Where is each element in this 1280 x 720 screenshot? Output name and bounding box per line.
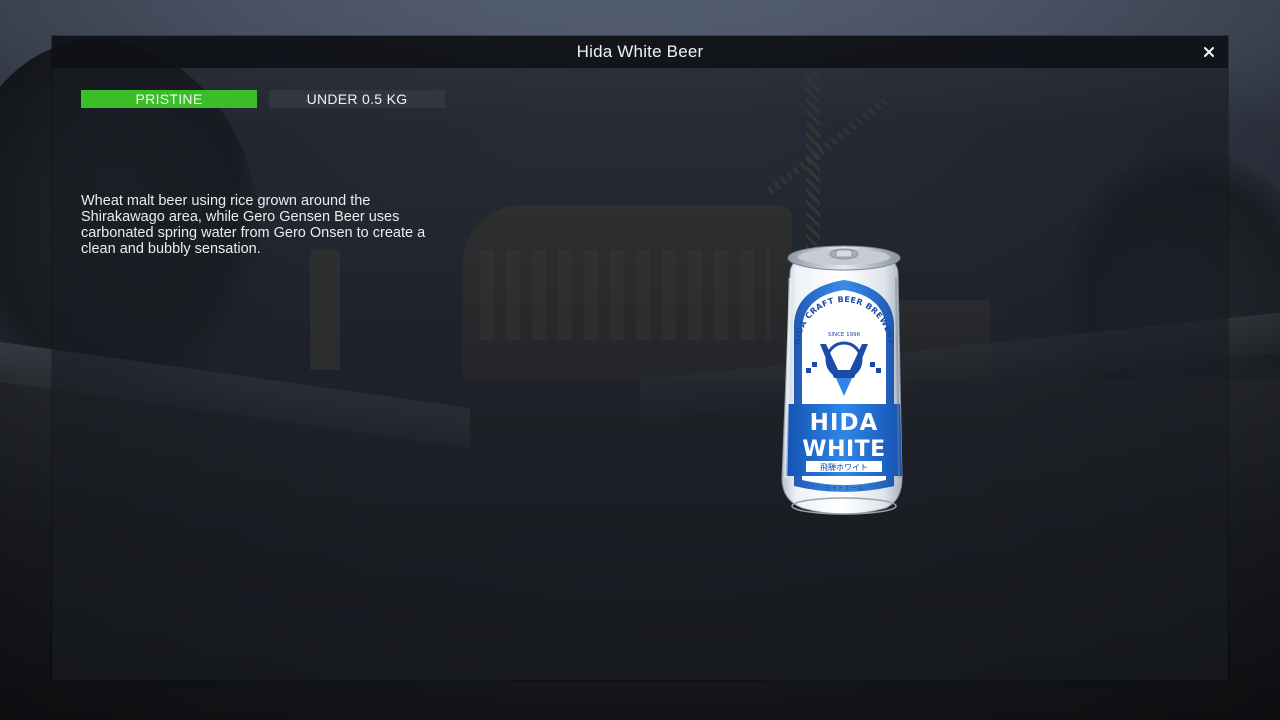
beer-can-icon: HIDA CRAFT BEER BREWERY SINCE 1996 HIDA … (768, 228, 916, 523)
item-inspect-panel: Hida White Beer PRISTINE UNDER 0.5 KG Wh… (52, 36, 1228, 680)
panel-header: Hida White Beer (52, 36, 1228, 68)
item-description: Wheat malt beer using rice grown around … (81, 193, 426, 257)
can-jp-sub: ライトエール (825, 484, 865, 492)
item-title: Hida White Beer (576, 42, 704, 61)
can-brand-line2: WHITE (802, 437, 885, 462)
close-icon (1204, 47, 1214, 57)
weight-badge: UNDER 0.5 KG (269, 90, 445, 108)
can-since-text: SINCE 1996 (828, 332, 861, 338)
can-brand-line1: HIDA (810, 410, 879, 436)
beer-can-illustration: HIDA CRAFT BEER BREWERY SINCE 1996 HIDA … (781, 245, 903, 515)
can-jp-name: 飛騨ホワイト (820, 463, 868, 472)
close-button[interactable] (1198, 41, 1220, 63)
condition-badge: PRISTINE (81, 90, 257, 108)
